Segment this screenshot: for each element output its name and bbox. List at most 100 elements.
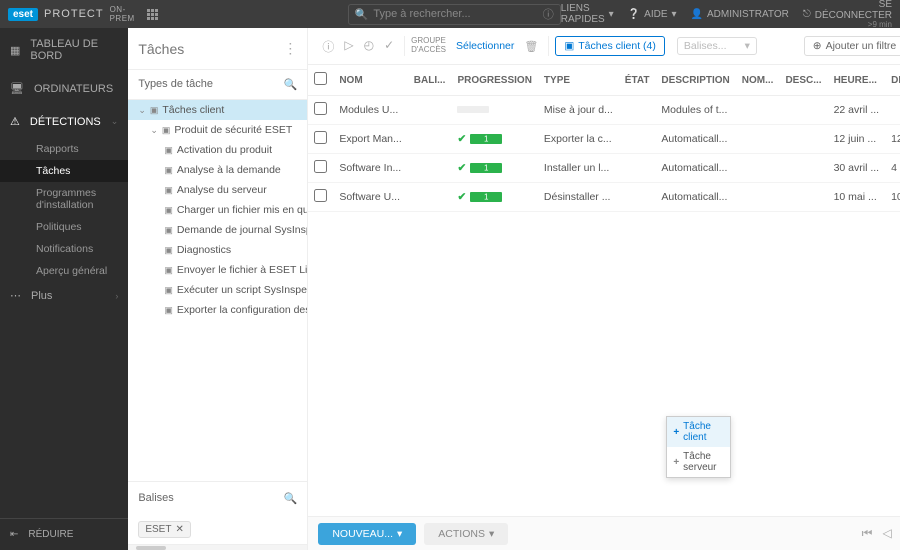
check-icon: ✔ <box>457 191 466 203</box>
quick-links[interactable]: LIENS RAPIDES▾ <box>561 3 614 25</box>
sidebar-item-detections[interactable]: ⚠DÉTECTIONS⌄ <box>0 105 128 138</box>
add-filter-button[interactable]: ⊕Ajouter un filtre <box>804 36 900 56</box>
tree-child-4[interactable]: ▣Demande de journal SysInspector (... <box>128 220 307 240</box>
cell-type: Installer un l... <box>538 154 619 183</box>
search-icon[interactable]: 🔍 <box>284 492 298 505</box>
sidebar-item-more[interactable]: ⋯Plus› <box>0 282 128 309</box>
info-icon[interactable]: ⓘ <box>322 38 334 55</box>
tree-child-6[interactable]: ▣Envoyer le fichier à ESET LiveGuard <box>128 260 307 280</box>
top-actions: LIENS RAPIDES▾ ❔AIDE▾ 👤ADMINISTRATOR ⎋ S… <box>561 0 892 29</box>
search-placeholder: Type à rechercher... <box>373 8 542 20</box>
prev-page-icon[interactable]: ◁ <box>882 526 891 541</box>
progress-bar <box>470 163 502 173</box>
tree-child-7[interactable]: ▣Exécuter un script SysInspector <box>128 280 307 300</box>
table-row[interactable]: Export Man...✔Exporter la c...Automatica… <box>308 125 900 154</box>
brand: eset PROTECT ON-PREM <box>8 5 135 23</box>
sidebar-item-computers[interactable]: 🖥ORDINATEURS <box>0 72 128 105</box>
th-balises[interactable]: BALI... <box>408 65 452 96</box>
menu-item-client-task[interactable]: +Tâche client <box>667 417 730 447</box>
table-row[interactable]: Software In...✔Installer un l...Automati… <box>308 154 900 183</box>
tags-section: Balises🔍 ESET✕ <box>128 481 307 544</box>
select-group-link[interactable]: Sélectionner <box>456 40 514 52</box>
sidebar-sub-notifications[interactable]: Notifications <box>0 238 128 260</box>
chevron-down-icon: ▾ <box>489 528 494 540</box>
tree-body[interactable]: ⌄▣Tâches client ⌄▣Produit de sécurité ES… <box>128 100 307 481</box>
sidebar-sub-overview[interactable]: Aperçu général <box>0 260 128 282</box>
user-icon: 👤 <box>691 9 703 20</box>
row-checkbox[interactable] <box>314 102 327 115</box>
panel-title: Tâches ⋮ <box>128 28 307 69</box>
close-icon[interactable]: ✕ <box>175 524 183 535</box>
tree-child-2[interactable]: ▣Analyse du serveur <box>128 180 307 200</box>
sidebar-item-dashboard[interactable]: ▦TABLEAU DE BORD <box>0 28 128 72</box>
th-etat[interactable]: ÉTAT <box>619 65 656 96</box>
chevron-down-icon: ⌄ <box>150 125 158 136</box>
chevron-down-icon: ⌄ <box>111 116 119 127</box>
sidebar-sub-tasks[interactable]: Tâches <box>0 160 128 182</box>
th-desc2[interactable]: DESC... <box>779 65 827 96</box>
filter-chip-client-tasks[interactable]: ▣Tâches client (4) <box>555 36 665 56</box>
th-description[interactable]: DESCRIPTION <box>655 65 735 96</box>
tree-child-3[interactable]: ▣Charger un fichier mis en quarantai... <box>128 200 307 220</box>
help-menu[interactable]: ❔AIDE▾ <box>628 9 677 20</box>
horizontal-scrollbar[interactable] <box>128 544 307 550</box>
sidebar-sub-policies[interactable]: Politiques <box>0 216 128 238</box>
th-type[interactable]: TYPE <box>538 65 619 96</box>
row-checkbox[interactable] <box>314 189 327 202</box>
folder-icon: ▣ <box>162 125 171 136</box>
tree-child-8[interactable]: ▣Exporter la configuration des prod... <box>128 300 307 320</box>
th-nom2[interactable]: NOM... <box>736 65 780 96</box>
row-checkbox[interactable] <box>314 160 327 173</box>
cell-etat <box>619 183 656 212</box>
collapse-button[interactable]: ⇤RÉDUIRE <box>0 518 128 550</box>
task-icon: ▣ <box>164 145 173 156</box>
tree-child-5[interactable]: ▣Diagnostics <box>128 240 307 260</box>
progress-bar-empty <box>457 106 489 113</box>
actions-button[interactable]: ACTIONS▾ <box>424 523 508 545</box>
clock-icon[interactable]: ◴ <box>364 38 374 55</box>
help-inline-icon[interactable]: ⓘ <box>543 6 554 22</box>
user-menu[interactable]: 👤ADMINISTRATOR <box>691 9 789 20</box>
table-panel: ⓘ ▷ ◴ ✓ GROUPED'ACCÈS Sélectionner 🗑 ▣Tâ… <box>308 28 900 550</box>
check-icon: ✔ <box>457 162 466 174</box>
tree-node-client[interactable]: ⌄▣Tâches client <box>128 100 307 120</box>
table-row[interactable]: Modules U...Mise à jour d...Modules of t… <box>308 96 900 125</box>
tag-chip[interactable]: ESET✕ <box>138 521 191 538</box>
th-derniere[interactable]: DER... <box>885 65 900 96</box>
menu-item-server-task[interactable]: +Tâche serveur <box>667 447 730 477</box>
new-button[interactable]: NOUVEAU...▾ <box>318 523 416 545</box>
task-icon: ▣ <box>164 225 173 236</box>
th-nom[interactable]: NOM <box>333 65 407 96</box>
tree-child-1[interactable]: ▣Analyse à la demande <box>128 160 307 180</box>
select-all-checkbox[interactable] <box>314 72 327 85</box>
collapse-icon: ⇤ <box>10 529 18 540</box>
task-icon: ▣ <box>164 165 173 176</box>
logout-button[interactable]: ⎋ SE DÉCONNECTER>9 min <box>803 0 892 29</box>
cell-name: Software In... <box>333 154 407 183</box>
search-input[interactable]: 🔍 Type à rechercher... ⓘ <box>348 4 561 25</box>
apps-icon[interactable] <box>147 9 158 20</box>
th-heure[interactable]: HEURE... <box>828 65 886 96</box>
toolbar: ⓘ ▷ ◴ ✓ GROUPED'ACCÈS Sélectionner 🗑 ▣Tâ… <box>308 28 900 65</box>
play-icon[interactable]: ▷ <box>344 38 353 55</box>
cell-etat <box>619 125 656 154</box>
search-icon[interactable]: 🔍 <box>284 78 298 91</box>
tags-filter[interactable]: Balises...▾ <box>677 37 757 55</box>
tree-child-0[interactable]: ▣Activation du produit <box>128 140 307 160</box>
kebab-icon[interactable]: ⋮ <box>283 40 297 57</box>
cell-heure: 30 avril ... <box>828 154 886 183</box>
first-page-icon[interactable]: ⏮ <box>862 526 873 541</box>
trash-icon[interactable]: 🗑 <box>524 40 538 53</box>
chevron-down-icon: ⌄ <box>138 105 146 116</box>
access-group-label: GROUPED'ACCÈS <box>411 37 446 55</box>
th-progression[interactable]: PROGRESSION <box>451 65 537 96</box>
check-icon[interactable]: ✓ <box>384 38 394 55</box>
brand-logo: eset <box>8 8 38 21</box>
cell-type: Désinstaller ... <box>538 183 619 212</box>
cell-name: Software U... <box>333 183 407 212</box>
tree-node-product[interactable]: ⌄▣Produit de sécurité ESET <box>128 120 307 140</box>
table-row[interactable]: Software U...✔Désinstaller ...Automatica… <box>308 183 900 212</box>
row-checkbox[interactable] <box>314 131 327 144</box>
sidebar-sub-installers[interactable]: Programmes d'installation <box>0 182 128 216</box>
sidebar-sub-reports[interactable]: Rapports <box>0 138 128 160</box>
